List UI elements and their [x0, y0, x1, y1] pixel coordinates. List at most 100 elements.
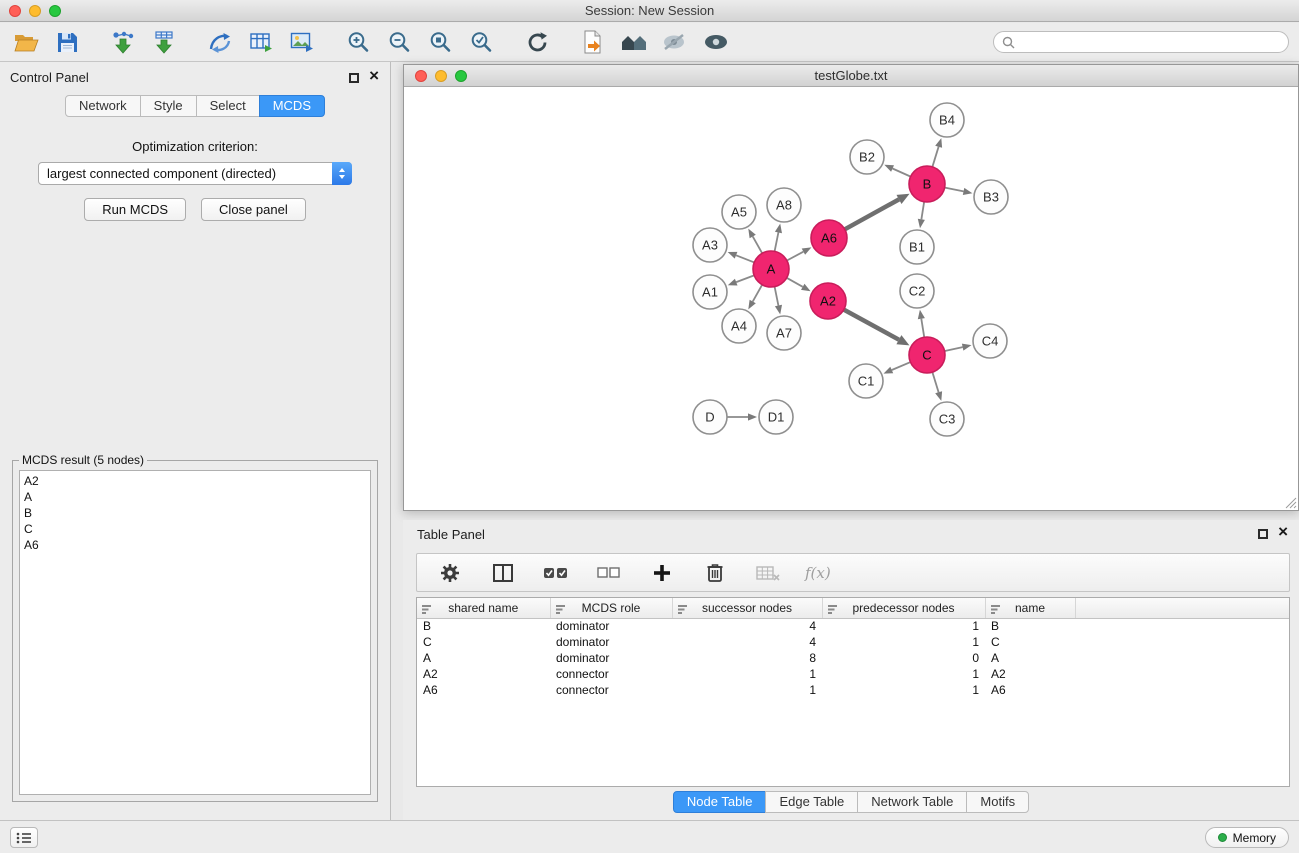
import-table-from-file-button[interactable]	[148, 26, 180, 58]
graph-edge-A-A7[interactable]	[774, 286, 778, 306]
table-cell[interactable]: 1	[822, 666, 985, 682]
graph-node-B2[interactable]: B2	[850, 140, 884, 174]
graph-node-D[interactable]: D	[693, 400, 727, 434]
mcds-result-list[interactable]: A2ABCA6	[19, 470, 371, 795]
table-cell[interactable]: A	[985, 650, 1075, 666]
graph-node-A1[interactable]: A1	[693, 275, 727, 309]
table-cell[interactable]: dominator	[550, 618, 672, 634]
graph-edge-A-A5[interactable]	[753, 236, 763, 254]
table-row[interactable]: A6connector11A6	[417, 682, 1289, 698]
table-cell[interactable]: A2	[417, 666, 550, 682]
table-cell[interactable]: A6	[985, 682, 1075, 698]
table-cell[interactable]: C	[985, 634, 1075, 650]
graph-node-C4[interactable]: C4	[973, 324, 1007, 358]
refresh-layout-button[interactable]	[521, 26, 553, 58]
graph-node-C2[interactable]: C2	[900, 274, 934, 308]
graph-edge-B-B3[interactable]	[944, 187, 964, 191]
zoom-selected-button[interactable]	[465, 26, 497, 58]
column-header-predecessor-nodes[interactable]: predecessor nodes	[822, 598, 985, 618]
graph-node-A7[interactable]: A7	[767, 316, 801, 350]
tab-select[interactable]: Select	[196, 95, 260, 117]
graph-node-B1[interactable]: B1	[900, 230, 934, 264]
table-cell[interactable]: A2	[985, 666, 1075, 682]
graph-edge-B-B1[interactable]	[921, 201, 924, 220]
column-header-name[interactable]: name	[985, 598, 1075, 618]
close-panel-button[interactable]: ×	[369, 65, 379, 87]
mcds-result-item[interactable]: B	[24, 505, 366, 521]
tab-style[interactable]: Style	[140, 95, 197, 117]
tab-edge-table[interactable]: Edge Table	[765, 791, 858, 813]
show-columns-button[interactable]	[487, 557, 519, 589]
new-table-button[interactable]	[245, 26, 277, 58]
graph-node-C[interactable]: C	[909, 337, 945, 373]
graph-node-A[interactable]: A	[753, 251, 789, 287]
table-cell[interactable]: connector	[550, 682, 672, 698]
open-session-button[interactable]	[10, 26, 42, 58]
float-table-panel-button[interactable]	[1258, 529, 1268, 539]
table-row[interactable]: A2connector11A2	[417, 666, 1289, 682]
graph-edge-A-A2[interactable]	[786, 277, 803, 287]
network-canvas[interactable]: B4B2BB3A5A8A6B1A3AC2A1A2A4A7C4CC1C3DD1	[404, 87, 1298, 510]
table-cell[interactable]: dominator	[550, 650, 672, 666]
search-input[interactable]	[1021, 33, 1280, 51]
minimize-window-button[interactable]	[29, 5, 41, 17]
birdseye-view-button[interactable]	[700, 26, 732, 58]
graph-edge-A-A3[interactable]	[736, 255, 755, 262]
graph-edge-A-A1[interactable]	[736, 275, 755, 282]
table-cell[interactable]: 1	[672, 682, 822, 698]
graph-edge-C-C1[interactable]	[892, 362, 912, 370]
add-row-button[interactable]	[646, 557, 678, 589]
tab-motifs[interactable]: Motifs	[966, 791, 1029, 813]
graph-node-B3[interactable]: B3	[974, 180, 1008, 214]
table-cell[interactable]: 0	[822, 650, 985, 666]
new-network-button[interactable]	[204, 26, 236, 58]
tab-network[interactable]: Network	[65, 95, 141, 117]
delete-table-button[interactable]	[752, 557, 784, 589]
node-table-grid[interactable]: shared nameMCDS rolesuccessor nodesprede…	[417, 598, 1289, 698]
graph-node-A8[interactable]: A8	[767, 188, 801, 222]
zoom-fit-button[interactable]	[424, 26, 456, 58]
network-graph[interactable]: B4B2BB3A5A8A6B1A3AC2A1A2A4A7C4CC1C3DD1	[404, 87, 1298, 510]
table-cell[interactable]: A6	[417, 682, 550, 698]
table-cell[interactable]: 1	[822, 618, 985, 634]
graph-edge-C-C3[interactable]	[932, 371, 939, 392]
table-settings-button[interactable]	[434, 557, 466, 589]
graph-edge-B-B4[interactable]	[932, 147, 939, 168]
table-cell[interactable]: connector	[550, 666, 672, 682]
table-row[interactable]: Bdominator41B	[417, 618, 1289, 634]
table-cell[interactable]: C	[417, 634, 550, 650]
network-minimize-button[interactable]	[435, 70, 447, 82]
table-cell[interactable]: 1	[672, 666, 822, 682]
save-session-button[interactable]	[51, 26, 83, 58]
graph-edge-A6-B[interactable]	[844, 199, 899, 229]
table-cell[interactable]: B	[417, 618, 550, 634]
tab-node-table[interactable]: Node Table	[673, 791, 767, 813]
table-cell[interactable]: A	[417, 650, 550, 666]
unselect-all-button[interactable]	[593, 557, 625, 589]
graph-edge-A-A8[interactable]	[774, 232, 778, 252]
table-cell[interactable]: 4	[672, 634, 822, 650]
import-session-button[interactable]	[577, 26, 609, 58]
network-window-titlebar[interactable]: testGlobe.txt	[404, 65, 1298, 87]
table-row[interactable]: Cdominator41C	[417, 634, 1289, 650]
mcds-result-item[interactable]: A2	[24, 473, 366, 489]
float-panel-button[interactable]	[349, 73, 359, 83]
graph-edge-C-C4[interactable]	[944, 347, 963, 351]
table-row[interactable]: Adominator80A	[417, 650, 1289, 666]
graph-node-A6[interactable]: A6	[811, 220, 847, 256]
mcds-result-item[interactable]: A6	[24, 537, 366, 553]
graph-node-C1[interactable]: C1	[849, 364, 883, 398]
run-mcds-button[interactable]: Run MCDS	[84, 198, 186, 221]
tab-mcds[interactable]: MCDS	[259, 95, 325, 117]
graph-node-A4[interactable]: A4	[722, 309, 756, 343]
search-box[interactable]	[993, 31, 1289, 53]
import-network-from-file-button[interactable]	[107, 26, 139, 58]
graph-edge-A-A4[interactable]	[753, 284, 763, 302]
table-cell[interactable]: 1	[822, 682, 985, 698]
graph-node-A2[interactable]: A2	[810, 283, 846, 319]
memory-button[interactable]: Memory	[1205, 827, 1289, 848]
network-close-button[interactable]	[415, 70, 427, 82]
close-panel-button-2[interactable]: Close panel	[201, 198, 306, 221]
optimization-criterion-select[interactable]: largest connected component (directed)	[38, 162, 352, 185]
function-builder-button[interactable]: f(x)	[805, 557, 831, 589]
